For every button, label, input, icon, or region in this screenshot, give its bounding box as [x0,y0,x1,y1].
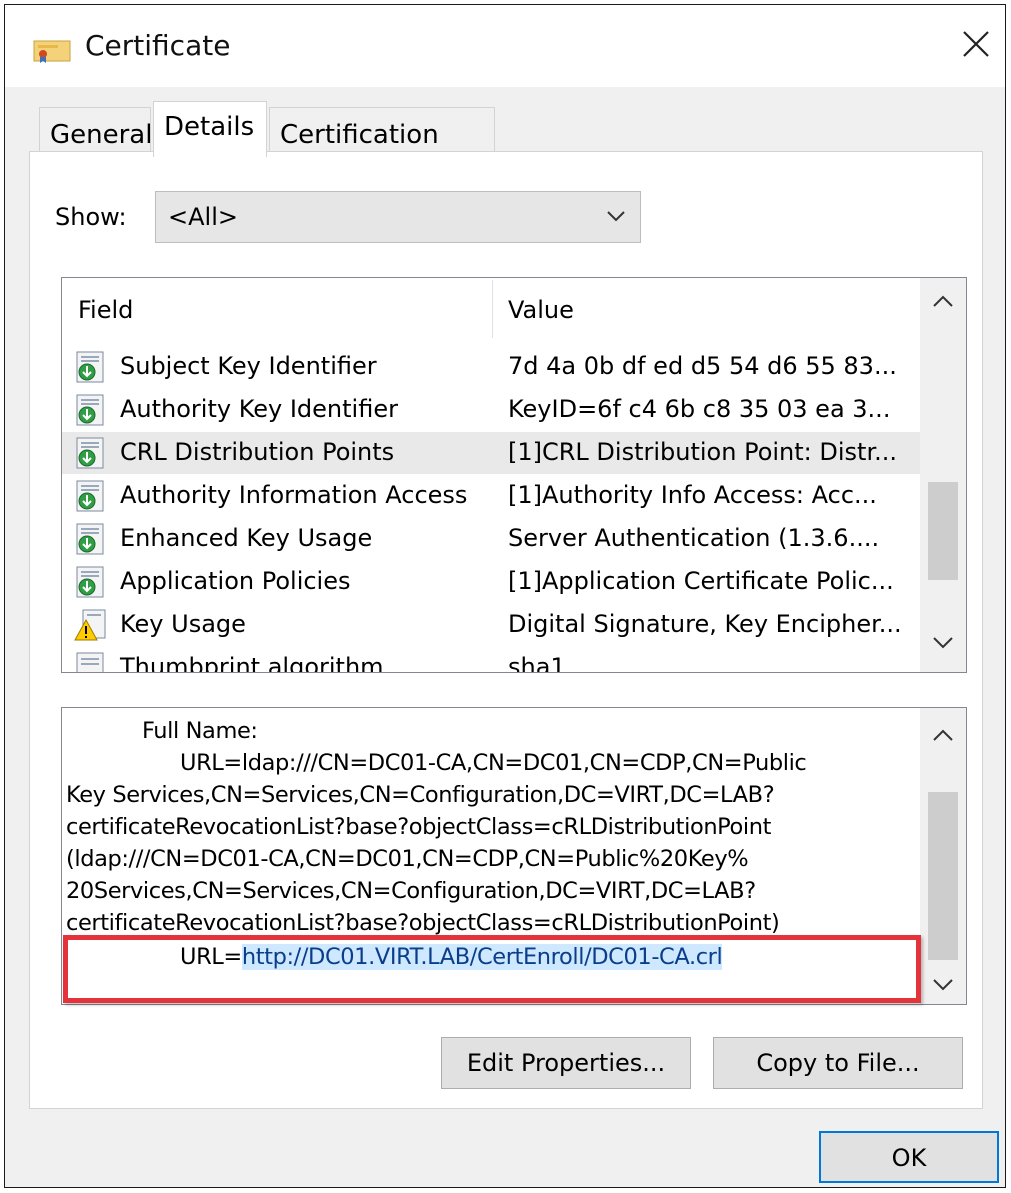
detail-line: Key Services,CN=Services,CN=Configuratio… [66,782,775,808]
table-row[interactable]: Authority Key Identifier KeyID=6f c4 6b c… [62,389,920,431]
table-row[interactable]: Thumbprint algorithm sha1 [62,647,920,673]
field-value: [1]Authority Info Access: Acc... [508,481,877,509]
field-name: Key Usage [120,610,246,638]
fields-list[interactable]: Field Value Subject Key Identifier 7d 4a … [61,277,967,673]
property-icon [74,651,108,672]
detail-line: Full Name: [142,718,258,744]
extension-icon [74,522,108,556]
detail-line: 20Services,CN=Services,CN=Configuration,… [66,878,756,904]
chevron-down-icon [607,211,625,222]
title-bar: Certificate [5,5,1005,87]
field-value: [1]CRL Distribution Point: Distr... [508,438,897,466]
tab-label: Details [164,112,255,142]
column-header-label: Value [508,296,574,324]
table-row[interactable]: Subject Key Identifier 7d 4a 0b df ed d5 … [62,346,920,388]
copy-to-file-button[interactable]: Copy to File... [713,1037,963,1089]
detail-line: (ldap:///CN=DC01-CA,CN=DC01,CN=CDP,CN=Pu… [66,846,749,872]
critical-extension-icon [74,608,108,642]
window-title: Certificate [85,29,231,62]
certificate-dialog: Certificate General Details Certificatio… [4,4,1006,1188]
field-value: 7d 4a 0b df ed d5 54 d6 55 83... [508,352,897,380]
highlight-annotation-box [63,935,921,1003]
detail-line: URL=ldap:///CN=DC01-CA,CN=DC01,CN=CDP,CN… [180,750,807,776]
scrollbar-thumb[interactable] [928,792,958,960]
scroll-down-icon[interactable] [932,978,954,992]
column-header-value[interactable]: Value [492,278,920,340]
extension-icon [74,393,108,427]
scroll-up-icon[interactable] [932,294,954,308]
field-value: sha1 [508,653,566,673]
table-row[interactable]: Key Usage Digital Signature, Key Encipher… [62,604,920,646]
close-button[interactable] [947,5,1005,87]
edit-properties-button[interactable]: Edit Properties... [441,1037,691,1089]
field-name: Thumbprint algorithm [120,653,384,673]
show-label: Show: [55,203,127,231]
table-row[interactable]: CRL Distribution Points [1]CRL Distributi… [62,432,920,474]
field-name: Subject Key Identifier [120,352,377,380]
tab-details[interactable]: Details [153,101,267,157]
show-selected-value: <All> [168,203,238,231]
certificate-icon [33,39,73,63]
tab-label: General [50,120,153,150]
field-value: [1]Application Certificate Polic... [508,567,894,595]
field-name: Authority Key Identifier [120,395,398,423]
field-name: Authority Information Access [120,481,468,509]
field-name: Application Policies [120,567,351,595]
scrollbar-thumb[interactable] [928,482,958,580]
field-name: CRL Distribution Points [120,438,395,466]
detail-line: certificateRevocationList?base?objectCla… [66,814,772,840]
extension-icon [74,479,108,513]
close-icon [963,31,989,57]
table-row[interactable]: Application Policies [1]Application Certi… [62,561,920,603]
fields-scrollbar[interactable] [920,278,966,672]
scroll-up-icon[interactable] [932,728,954,742]
show-dropdown[interactable]: <All> [155,191,641,243]
scroll-down-icon[interactable] [932,636,954,650]
extension-icon [74,436,108,470]
table-row[interactable]: Authority Information Access [1]Authority… [62,475,920,517]
field-name: Enhanced Key Usage [120,524,373,552]
extension-icon [74,565,108,599]
tab-certification-path[interactable]: Certification Path [269,107,495,180]
detail-line: certificateRevocationList?base?objectCla… [66,910,780,936]
field-value: KeyID=6f c4 6b c8 35 03 ea 3... [508,395,891,423]
tab-general[interactable]: General [39,107,153,157]
table-row[interactable]: Enhanced Key Usage Server Authentication … [62,518,920,560]
field-value: Digital Signature, Key Encipher... [508,610,902,638]
extension-icon [74,350,108,384]
column-header-field[interactable]: Field [62,278,492,340]
detail-scrollbar[interactable] [920,708,966,1004]
field-value: Server Authentication (1.3.6.... [508,524,880,552]
column-header-label: Field [78,296,134,324]
ok-button[interactable]: OK [819,1131,999,1183]
